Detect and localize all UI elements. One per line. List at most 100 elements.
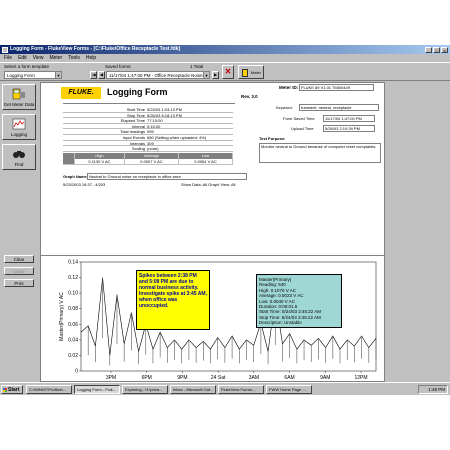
previous-record-button[interactable]: ◀ <box>98 71 105 79</box>
find-button[interactable]: Find <box>2 144 36 170</box>
graph-name-field[interactable]: Neutral to Ground noise on receptacle in… <box>87 173 247 180</box>
show-data-label: Show Data: All Graph View: All <box>181 182 236 187</box>
menu-edit[interactable]: Edit <box>18 54 27 62</box>
saved-forms-select[interactable]: 11/17/04 1:47:00 PM - Office Receptacle … <box>106 71 210 79</box>
taskbar-item[interactable]: Inbox - Microsoft Out... <box>170 385 216 394</box>
logging-label: Logging <box>10 132 28 137</box>
measurement-table: High Average Low 0.1130 V AC 0.0007 V AC… <box>63 153 233 165</box>
meter-id-label: Meter ID: <box>279 85 299 90</box>
chevron-down-icon: ▼ <box>55 72 61 78</box>
row-spacer <box>63 159 75 165</box>
logging-icon <box>12 118 26 130</box>
meter-button[interactable]: Meter <box>238 65 264 79</box>
taskbar: Start C:\WINNT\Profiles\... Logging Form… <box>0 382 450 395</box>
minimize-button[interactable]: _ <box>425 46 432 53</box>
taskbar-item[interactable]: C:\WINNT\Profiles\... <box>26 385 72 394</box>
menu-view[interactable]: View <box>33 54 44 62</box>
saved-forms-label: Saved forms: <box>105 64 132 69</box>
meter-id-field: FLUKE 89 V1.01 75500449 <box>299 84 374 91</box>
first-record-button[interactable]: |◀ <box>90 71 97 79</box>
saved-forms-total: 1 Total <box>190 64 204 69</box>
window-title: Logging Form - FlukeView Forms - [C:\Flu… <box>10 46 181 52</box>
keyword-label: Keyword: <box>276 105 293 110</box>
taskbar-item-active[interactable]: Logging Form - Fluk... <box>74 385 120 394</box>
y-tick-label: 0.02 <box>68 353 78 359</box>
toolbar: Select a form template Logging Form ▼ Sa… <box>0 62 450 81</box>
close-button[interactable]: × <box>441 46 448 53</box>
delete-form-icon[interactable]: ✕ <box>222 65 234 79</box>
x-tick-label: 3AM <box>249 375 259 381</box>
y-tick-label: 0.04 <box>68 337 78 343</box>
taskbar-clock: 1:49 PM <box>418 385 448 394</box>
next-record-button[interactable]: ▶ <box>212 71 219 79</box>
test-purpose-label: Test Purpose: <box>259 136 286 141</box>
menu-help[interactable]: Help <box>86 54 96 62</box>
logging-button[interactable]: Logging <box>2 114 36 140</box>
annotation-cyan[interactable]: Master(Primary)Reading: 540High: 0.1070 … <box>256 274 342 328</box>
binoculars-icon <box>13 151 25 158</box>
measurement-row: 0.1130 V AC 0.0007 V AC 0.0054 V AC <box>63 159 233 165</box>
info-row: Scaling (none) <box>63 146 233 152</box>
form-title: Logging Form <box>107 87 168 97</box>
window-controls: _ □ × <box>425 46 448 53</box>
title-bar: Logging Form - FlukeView Forms - [C:\Flu… <box>0 45 450 54</box>
start-label: Start <box>8 387 20 393</box>
menu-meter[interactable]: Meter <box>49 54 62 62</box>
x-tick-label: 3PM <box>106 375 116 381</box>
meter-icon <box>242 69 248 77</box>
form-saved-label: Form Saved Time <box>283 116 315 121</box>
upload-time-field: 5/26/03 2:10:39 PM <box>323 125 375 132</box>
close-form-button[interactable]: Close <box>4 267 34 275</box>
screenshot: Logging Form - FlukeView Forms - [C:\Flu… <box>0 45 450 395</box>
keyword-select[interactable]: transient, neutral, receptacle <box>299 104 379 111</box>
form-saved-field: 11/17/04 1:47:00 PM <box>323 115 375 122</box>
chevron-down-icon: ▼ <box>203 72 209 78</box>
maximize-button[interactable]: □ <box>433 46 440 53</box>
graph-name-label: Graph Name: <box>63 174 89 179</box>
taskbar-item[interactable]: Exploring - H:\priva... <box>122 385 168 394</box>
value-average: 0.0007 V AC <box>125 159 179 165</box>
x-tick-label: 6AM <box>284 375 294 381</box>
saved-form-value: 11/17/04 1:47:00 PM - Office Receptacle … <box>109 73 203 78</box>
meter-icon <box>12 88 25 100</box>
chart-svg[interactable]: 0 0.02 0.04 0.06 0.08 0.10 0.12 0.14 Master(Prim… <box>41 256 386 383</box>
template-value: Logging Form <box>7 73 35 78</box>
info-value: (none) <box>147 146 159 152</box>
info-table: Start Time 5/23/03 1:03:13 PM Stop Time 5/… <box>63 107 233 152</box>
taskbar-item[interactable]: FWW Home Page -... <box>266 385 312 394</box>
y-tick-label: 0 <box>75 369 78 375</box>
get-meter-data-label: Get Meter Data <box>3 102 35 107</box>
taskbar-item[interactable]: FlukeView Forms... <box>218 385 264 394</box>
y-tick-label: 0.06 <box>68 322 78 328</box>
y-tick-label: 0.12 <box>68 275 78 281</box>
info-key: Scaling <box>131 146 145 152</box>
upload-time-label: Upload Time <box>291 126 314 131</box>
x-tick-label: 6PM <box>142 375 152 381</box>
form-revision: Rev. 3.0 <box>241 94 258 99</box>
value-low: 0.0054 V AC <box>179 159 233 165</box>
get-meter-data-button[interactable]: Get Meter Data <box>2 84 36 110</box>
fluke-logo: FLUKE. <box>61 87 101 99</box>
chart-panel: 0 0.02 0.04 0.06 0.08 0.10 0.12 0.14 Master(Prim… <box>40 255 385 382</box>
windows-flag-icon <box>3 387 7 392</box>
value-high: 0.1130 V AC <box>75 159 125 165</box>
print-button[interactable]: Print <box>4 279 34 287</box>
meter-button-label: Meter <box>250 70 261 75</box>
menu-bar: File Edit View Meter Tools Help <box>0 54 450 62</box>
y-tick-label: 0.10 <box>68 291 78 297</box>
x-tick-label: 12PM <box>354 375 367 381</box>
menu-tools[interactable]: Tools <box>68 54 80 62</box>
y-tick-label: 0.14 <box>68 260 78 266</box>
test-purpose-field[interactable]: Monitor neutral to Ground because of com… <box>259 143 381 163</box>
start-button[interactable]: Start <box>1 385 23 394</box>
keyword-value: transient, neutral, receptacle <box>301 105 352 110</box>
find-label: Find <box>14 162 24 167</box>
menu-file[interactable]: File <box>4 54 12 62</box>
x-tick-label: 24 Sat <box>211 375 226 381</box>
y-tick-label: 0.08 <box>68 306 78 312</box>
sidebar: Get Meter Data Logging Find Clear Close … <box>0 82 38 382</box>
x-tick-label: 9PM <box>177 375 187 381</box>
clear-button[interactable]: Clear <box>4 255 34 263</box>
annotation-yellow[interactable]: Spikes between 2:38 PM and 5:08 PM are d… <box>136 270 210 330</box>
template-select[interactable]: Logging Form ▼ <box>4 71 62 79</box>
